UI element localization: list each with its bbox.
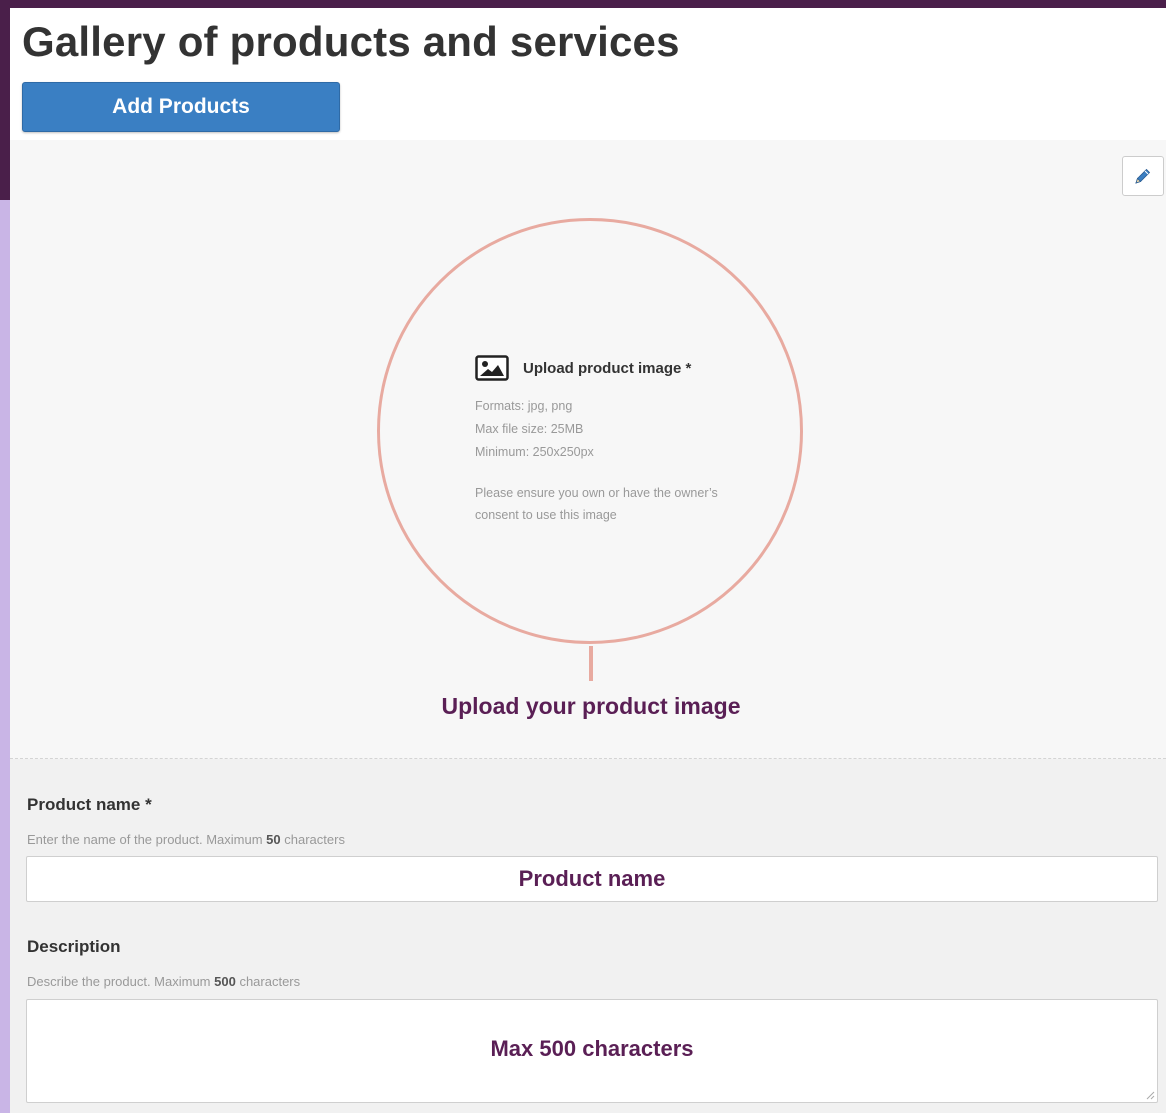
description-label: Description	[27, 937, 121, 956]
edit-button[interactable]	[1122, 156, 1164, 196]
page-header: Gallery of products and services Add Pro…	[10, 8, 1166, 140]
resize-grip-icon[interactable]	[1145, 1090, 1155, 1100]
hint-max-value: 500	[214, 974, 236, 989]
description-textarea[interactable]: Max 500 characters	[26, 999, 1158, 1103]
image-icon	[475, 355, 509, 381]
description-hint: Describe the product. Maximum 500 charac…	[27, 974, 300, 989]
upload-header: Upload product image *	[475, 355, 735, 381]
upload-formats: Formats: jpg, png	[475, 399, 573, 413]
page-container: Gallery of products and services Add Pro…	[10, 8, 1166, 1113]
hint-text: Describe the product. Maximum	[27, 974, 215, 989]
hint-text: characters	[280, 832, 345, 847]
accent-strip	[0, 200, 10, 1113]
hint-text: characters	[235, 974, 301, 989]
description-annotation: Max 500 characters	[490, 1036, 694, 1061]
pencil-icon	[1135, 168, 1151, 184]
image-upload-area[interactable]: Upload product image * Formats: jpg, png…	[10, 140, 1166, 759]
product-name-label: Product name *	[27, 795, 152, 814]
add-products-button[interactable]: Add Products	[22, 82, 340, 132]
upload-info[interactable]: Upload product image * Formats: jpg, png…	[475, 355, 735, 526]
upload-minimum: Minimum: 250x250px	[475, 445, 594, 459]
upload-max-size: Max file size: 25MB	[475, 422, 584, 436]
upload-consent-note: Please ensure you own or have the owner’…	[475, 486, 718, 522]
product-name-hint: Enter the name of the product. Maximum 5…	[27, 832, 345, 847]
hint-max-value: 50	[266, 832, 281, 847]
product-name-input[interactable]: Product name	[26, 856, 1158, 902]
page-title: Gallery of products and services	[22, 18, 680, 65]
product-form: Product name * Enter the name of the pro…	[10, 759, 1166, 1113]
callout-connector	[589, 646, 593, 681]
callout-label: Upload your product image	[441, 693, 741, 719]
upload-requirements: Formats: jpg, png Max file size: 25MB Mi…	[475, 395, 735, 464]
upload-title: Upload product image *	[523, 359, 692, 377]
hint-text: Enter the name of the product. Maximum	[27, 832, 267, 847]
product-name-annotation: Product name	[518, 866, 666, 891]
